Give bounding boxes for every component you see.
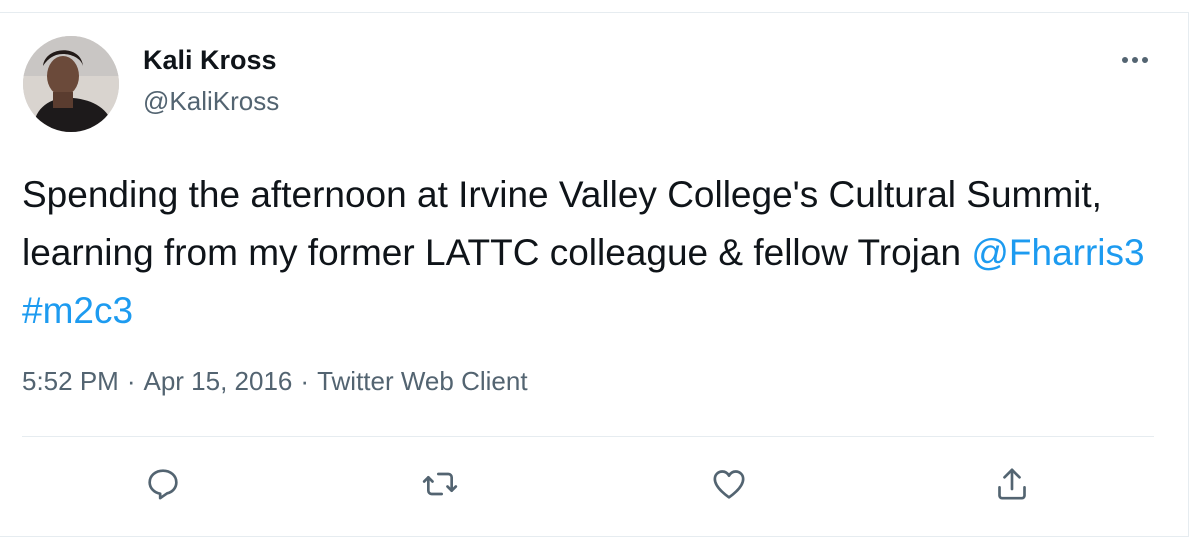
share-button[interactable] xyxy=(990,462,1034,506)
meta-separator: · xyxy=(300,366,310,396)
tweet-source[interactable]: Twitter Web Client xyxy=(317,366,527,396)
card-right-border xyxy=(1188,12,1189,537)
retweet-button[interactable] xyxy=(418,462,462,506)
reply-button[interactable] xyxy=(141,462,185,506)
reply-icon xyxy=(148,469,178,500)
tweet-text-body: Spending the afternoon at Irvine Valley … xyxy=(22,174,1102,273)
tweet-date[interactable]: Apr 15, 2016 xyxy=(144,366,293,396)
like-button[interactable] xyxy=(707,462,751,506)
tweet-meta: 5:52 PM · Apr 15, 2016 · Twitter Web Client xyxy=(22,366,528,397)
meta-separator: · xyxy=(126,366,136,396)
author-display-name[interactable]: Kali Kross xyxy=(143,45,277,76)
retweet-icon xyxy=(422,472,458,496)
avatar[interactable] xyxy=(23,36,119,132)
author-handle[interactable]: @KaliKross xyxy=(143,86,279,117)
share-icon xyxy=(998,468,1026,500)
tweet-text: Spending the afternoon at Irvine Valley … xyxy=(22,166,1172,340)
mention-link[interactable]: @Fharris3 xyxy=(971,232,1144,273)
more-horizontal-icon[interactable] xyxy=(1117,48,1153,72)
card-bottom-border xyxy=(0,536,1188,537)
card-top-border xyxy=(0,12,1188,13)
action-bar-divider xyxy=(22,436,1154,437)
tweet-time[interactable]: 5:52 PM xyxy=(22,366,119,396)
hashtag-link[interactable]: #m2c3 xyxy=(22,290,133,331)
heart-icon xyxy=(713,470,745,499)
